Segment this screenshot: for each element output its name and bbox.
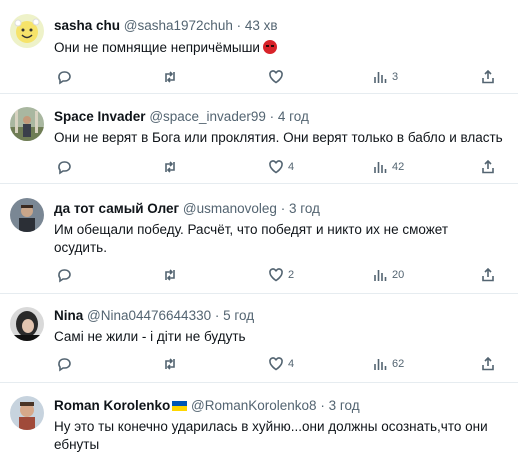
heart-icon	[269, 357, 283, 371]
views-button[interactable]: 42	[372, 157, 404, 177]
views-count: 42	[392, 161, 405, 173]
avatar[interactable]	[10, 396, 44, 430]
reply-post[interactable]: sasha chu @sasha1972chuh · 43 хв Они не …	[0, 0, 518, 94]
analytics-icon	[374, 162, 387, 173]
share-icon	[482, 69, 494, 84]
avatar[interactable]	[10, 107, 44, 141]
share-button[interactable]	[480, 265, 496, 285]
share-icon	[482, 267, 494, 282]
avatar[interactable]	[10, 307, 44, 341]
reply-button[interactable]	[56, 157, 72, 177]
separator: ·	[269, 109, 275, 124]
separator: ·	[236, 18, 242, 33]
like-button[interactable]: 2	[268, 265, 294, 285]
action-bar: 2 20	[54, 265, 508, 285]
display-name[interactable]: да тот самый Олег	[54, 201, 179, 216]
post-text-content: Они не помнящие непричёмыши	[54, 40, 260, 55]
like-button[interactable]: 4	[268, 157, 294, 177]
like-button[interactable]	[268, 67, 284, 87]
views-button[interactable]: 3	[372, 67, 398, 87]
post-header: Space Invader @space_invader99 · 4 год	[54, 108, 309, 126]
reply-post[interactable]: Space Invader @space_invader99 · 4 год О…	[0, 94, 518, 184]
share-button[interactable]	[480, 67, 496, 87]
reply-icon	[58, 71, 71, 85]
retweet-button[interactable]	[162, 354, 178, 374]
share-icon	[482, 356, 494, 371]
heart-icon	[269, 268, 283, 282]
retweet-icon	[165, 161, 175, 173]
like-button[interactable]: 4	[268, 354, 294, 374]
share-button[interactable]	[480, 157, 496, 177]
separator: ·	[280, 201, 286, 216]
like-count: 2	[288, 269, 295, 281]
display-name[interactable]: Nina	[54, 308, 83, 323]
timestamp[interactable]: 3 год	[329, 398, 360, 413]
post-text: Они не помнящие непричёмыши	[54, 39, 508, 57]
share-button[interactable]	[480, 354, 496, 374]
heart-icon	[269, 70, 283, 84]
separator: ·	[320, 398, 325, 413]
reply-button[interactable]	[56, 67, 72, 87]
views-button[interactable]: 20	[372, 265, 404, 285]
display-name[interactable]: Space Invader	[54, 109, 146, 124]
post-header: sasha chu @sasha1972chuh · 43 хв	[54, 17, 278, 35]
retweet-icon	[165, 71, 175, 83]
reply-post[interactable]: Roman Korolenko @RomanKorolenko8 · 3 год…	[0, 383, 518, 455]
analytics-icon	[374, 359, 387, 370]
user-handle[interactable]: @space_invader99	[149, 109, 266, 124]
user-handle[interactable]: @sasha1972chuh	[124, 18, 233, 33]
ukraine-flag-icon	[172, 401, 188, 411]
heart-icon	[269, 160, 283, 174]
separator: ·	[214, 308, 220, 323]
user-handle[interactable]: @RomanKorolenko8	[191, 398, 317, 413]
display-name[interactable]: Roman Korolenko	[54, 398, 170, 413]
reply-icon	[58, 269, 71, 283]
views-count: 62	[392, 358, 405, 370]
reply-button[interactable]	[56, 265, 72, 285]
timestamp[interactable]: 43 хв	[245, 18, 278, 33]
avatar[interactable]	[10, 198, 44, 232]
user-handle[interactable]: @usmanovoleg	[183, 201, 277, 216]
retweet-button[interactable]	[162, 67, 178, 87]
reply-button[interactable]	[56, 354, 72, 374]
like-count: 4	[288, 358, 295, 370]
display-name[interactable]: sasha chu	[54, 18, 120, 33]
reply-icon	[58, 161, 71, 175]
like-count: 4	[288, 161, 295, 173]
timestamp[interactable]: 3 год	[289, 201, 320, 216]
post-text: Они не верят в Бога или проклятия. Они в…	[54, 130, 503, 145]
reply-post[interactable]: Nina @Nina04476644330 · 5 год Самі не жи…	[0, 294, 518, 383]
avatar[interactable]	[10, 14, 44, 48]
post-text: Им обещали победу. Расчёт, что победят и…	[54, 222, 449, 255]
views-count: 3	[392, 71, 399, 83]
retweet-button[interactable]	[162, 157, 178, 177]
timestamp[interactable]: 4 год	[278, 109, 309, 124]
views-button[interactable]: 62	[372, 354, 404, 374]
angry-face-icon	[262, 40, 277, 54]
post-text: Самі не жили - і діти не будуть	[54, 329, 246, 344]
reply-icon	[58, 358, 71, 372]
action-bar: 4 42	[54, 157, 508, 177]
retweet-icon	[165, 358, 175, 370]
analytics-icon	[374, 72, 387, 83]
share-icon	[482, 159, 494, 174]
post-text: Ну это ты конечно ударилась в хуйню...он…	[54, 419, 488, 452]
analytics-icon	[374, 270, 387, 281]
timestamp[interactable]: 5 год	[223, 308, 254, 323]
user-handle[interactable]: @Nina04476644330	[87, 308, 211, 323]
retweet-icon	[165, 269, 175, 281]
views-count: 20	[392, 269, 405, 281]
retweet-button[interactable]	[162, 265, 178, 285]
post-header: Nina @Nina04476644330 · 5 год	[54, 307, 254, 325]
post-header: Roman Korolenko @RomanKorolenko8 · 3 год	[54, 397, 360, 415]
post-header: да тот самый Олег @usmanovoleg · 3 год	[54, 200, 320, 218]
reply-post[interactable]: да тот самый Олег @usmanovoleg · 3 год И…	[0, 184, 518, 294]
action-bar: 4 62	[54, 354, 508, 374]
action-bar: 3	[54, 67, 508, 87]
